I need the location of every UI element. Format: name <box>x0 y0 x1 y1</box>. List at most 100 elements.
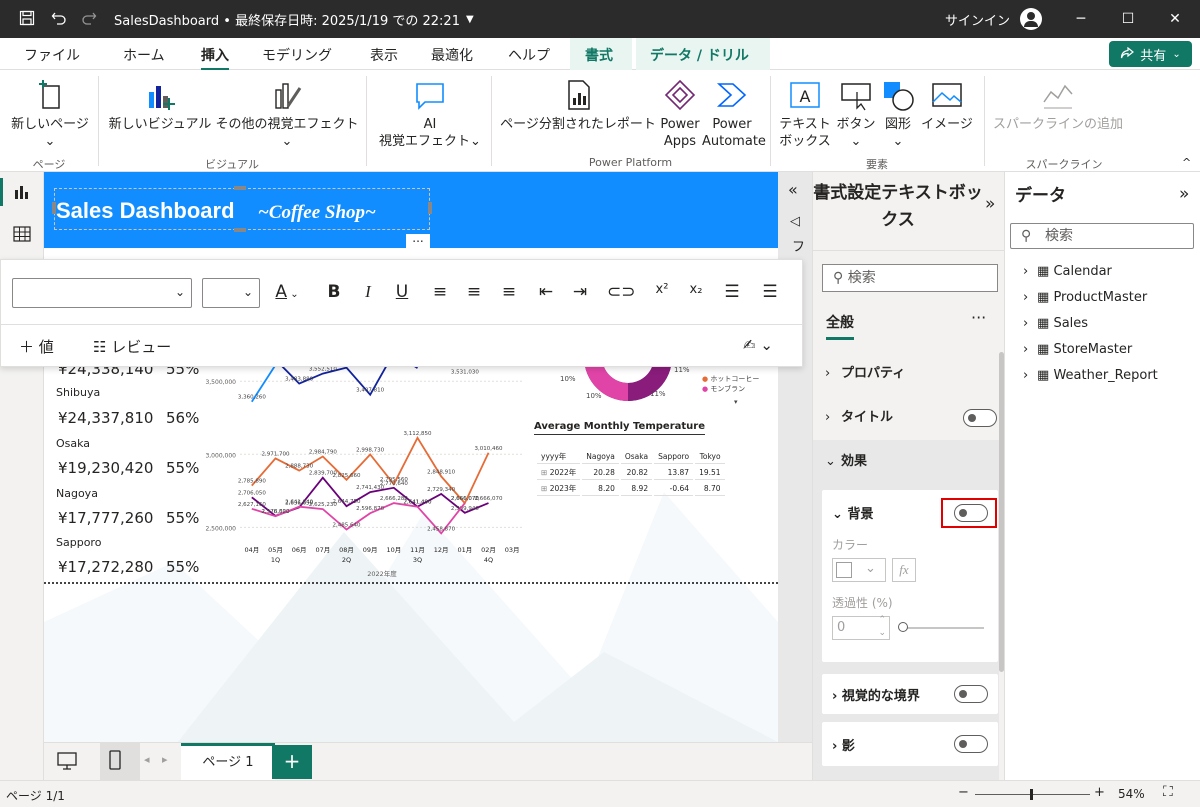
more-visuals-button[interactable]: その他の視覚エフェクト ⌄ <box>214 78 360 150</box>
close-icon[interactable]: ✕ <box>1164 8 1186 30</box>
page-prev-icon[interactable]: ◂ <box>144 753 150 766</box>
page-tab-1[interactable]: ページ 1 <box>181 743 275 781</box>
title-banner[interactable]: Sales Dashboard ~Coffee Shop~ ... <box>44 172 778 248</box>
minimize-icon[interactable]: ─ <box>1070 8 1092 30</box>
increase-indent-button[interactable]: ⇥ <box>569 282 591 304</box>
more-options-icon[interactable]: ... <box>406 232 430 248</box>
subscript-button[interactable]: x₂ <box>685 282 707 304</box>
zoom-out-button[interactable]: − <box>958 785 969 800</box>
tab-general[interactable]: 全般 <box>826 312 854 340</box>
numbered-list-button[interactable]: ☰ <box>759 282 781 304</box>
legend-scroll-icon[interactable]: ▾ <box>734 398 738 406</box>
more-options-icon[interactable]: ··· <box>971 308 986 327</box>
zoom-slider-thumb[interactable] <box>1030 789 1033 800</box>
button-button[interactable]: ボタン ⌄ <box>834 78 878 150</box>
bold-button[interactable]: B <box>323 282 345 304</box>
data-search-input[interactable]: ⚲ 検索 <box>1010 223 1194 249</box>
temperature-table[interactable]: yyyy年 Nagoya Osaka Sapporo Tokyo ⊞ 2022年… <box>535 448 727 498</box>
background-section-header[interactable]: ⌄ 背景 <box>832 503 873 522</box>
visual-border-card[interactable]: › 視覚的な境界 <box>822 674 998 714</box>
table-item-weather-report[interactable]: › ▦ Weather_Report <box>1023 368 1158 383</box>
fit-to-page-icon[interactable]: ⛶ <box>1163 784 1173 800</box>
add-page-button[interactable]: + <box>272 745 312 779</box>
share-button[interactable]: 共有 ⌄ <box>1109 41 1192 67</box>
zoom-level[interactable]: 54% <box>1118 787 1145 801</box>
font-size-select[interactable]: ⌄ <box>202 278 260 308</box>
italic-button[interactable]: I <box>357 282 379 304</box>
dashboard-subtitle[interactable]: ~Coffee Shop~ <box>258 202 376 224</box>
fx-button[interactable]: fx <box>892 558 916 582</box>
report-canvas[interactable]: Sales Dashboard ~Coffee Shop~ ... ¥24,33… <box>44 172 778 742</box>
dashboard-title[interactable]: Sales Dashboard <box>56 198 235 224</box>
power-apps-button[interactable]: Power Apps <box>658 78 702 150</box>
superscript-button[interactable]: x² <box>651 282 673 304</box>
text-format-menu-icon[interactable]: ✍ ⌄ <box>743 336 773 354</box>
table-item-storemaster[interactable]: › ▦ StoreMaster <box>1023 342 1132 357</box>
shapes-button[interactable]: 図形 ⌄ <box>878 78 918 150</box>
report-view-icon[interactable] <box>12 182 32 202</box>
table-view-icon[interactable] <box>12 224 32 244</box>
transparency-slider[interactable] <box>902 627 984 629</box>
legend-item-montblanc[interactable]: ● モンブラン <box>702 384 745 394</box>
section-properties[interactable]: › プロパティ <box>813 352 999 396</box>
sales-line-chart[interactable]: 3,360,2603,610,8803,647,7903,483,8803,55… <box>204 352 534 582</box>
table-row[interactable]: ⊞ 2023年 8.20 8.92 -0.64 8.70 <box>537 482 725 496</box>
font-color-button[interactable]: A ⌄ <box>271 282 303 304</box>
collapse-data-pane-icon[interactable]: » <box>1179 184 1189 204</box>
tab-modeling[interactable]: モデリング <box>262 45 332 65</box>
table-item-productmaster[interactable]: › ▦ ProductMaster <box>1023 290 1147 305</box>
mobile-layout-icon[interactable] <box>108 749 122 771</box>
image-button[interactable]: イメージ <box>918 78 976 133</box>
table-item-calendar[interactable]: › ▦ Calendar <box>1023 264 1112 279</box>
redo-icon[interactable] <box>80 10 98 28</box>
align-center-button[interactable]: ≡ <box>463 282 485 304</box>
filter-icon[interactable]: ◁ <box>790 214 800 229</box>
account-avatar-icon[interactable] <box>1020 8 1042 30</box>
transparency-input[interactable]: 0 ⌃ ⌄ <box>832 615 890 640</box>
align-left-button[interactable]: ≡ <box>429 282 451 304</box>
table-row[interactable]: ⊞ 2022年 20.28 20.82 13.87 19.51 <box>537 466 725 480</box>
legend-item-hot-coffee[interactable]: ● ホットコーヒー <box>702 374 759 384</box>
section-effects[interactable]: ⌄ 効果 <box>813 440 999 484</box>
signin-link[interactable]: サインイン <box>945 10 1010 29</box>
tab-optimize[interactable]: 最適化 <box>431 45 473 65</box>
tab-insert[interactable]: 挿入 <box>201 45 229 71</box>
textbox-button[interactable]: A テキスト ボックス <box>776 78 834 150</box>
add-value-button[interactable]: ＋ 値 <box>19 336 54 357</box>
tab-help[interactable]: ヘルプ <box>508 45 550 65</box>
bulleted-list-button[interactable]: ☰ <box>721 282 743 304</box>
tab-file[interactable]: ファイル <box>24 45 80 65</box>
zoom-in-button[interactable]: + <box>1094 785 1105 800</box>
decrease-indent-button[interactable]: ⇤ <box>535 282 557 304</box>
transparency-slider-thumb[interactable] <box>898 622 908 632</box>
tab-view[interactable]: 表示 <box>370 45 398 65</box>
format-pane-scrollbar[interactable] <box>999 352 1004 672</box>
paginated-report-button[interactable]: ページ分割されたレポート <box>498 78 658 133</box>
shadow-card[interactable]: › 影 <box>822 722 998 766</box>
align-right-button[interactable]: ≡ <box>498 282 520 304</box>
color-picker[interactable]: ⌄ <box>832 558 886 582</box>
resize-handle[interactable] <box>234 228 246 232</box>
link-button[interactable]: ⊂⊃ <box>607 282 636 304</box>
collapse-format-pane-icon[interactable]: » <box>985 194 995 214</box>
power-automate-button[interactable]: Power Automate <box>702 78 766 150</box>
tab-format[interactable]: 書式 <box>585 45 613 65</box>
desktop-layout-icon[interactable] <box>56 751 78 771</box>
format-search-input[interactable]: ⚲ 検索 <box>822 264 998 292</box>
save-icon[interactable] <box>18 10 36 28</box>
collapse-filters-icon[interactable]: « <box>788 180 798 199</box>
visual-border-toggle[interactable] <box>954 685 988 703</box>
title-dropdown-icon[interactable]: ▼ <box>466 14 474 25</box>
resize-handle[interactable] <box>234 186 246 190</box>
add-sparkline-button[interactable]: スパークラインの追加 <box>990 78 1126 133</box>
resize-handle[interactable] <box>428 202 432 214</box>
maximize-icon[interactable]: ☐ <box>1117 8 1139 30</box>
table-item-sales[interactable]: › ▦ Sales <box>1023 316 1088 331</box>
tab-data-drill[interactable]: データ / ドリル <box>650 45 749 65</box>
ai-visual-button[interactable]: AI 視覚エフェクト⌄ <box>374 78 486 150</box>
new-page-button[interactable]: 新しいページ ⌄ <box>8 78 92 150</box>
shadow-header[interactable]: › 影 <box>832 735 855 754</box>
page-next-icon[interactable]: ▸ <box>162 753 168 766</box>
shadow-toggle[interactable] <box>954 735 988 753</box>
ribbon-collapse-icon[interactable]: ^ <box>1182 156 1191 169</box>
